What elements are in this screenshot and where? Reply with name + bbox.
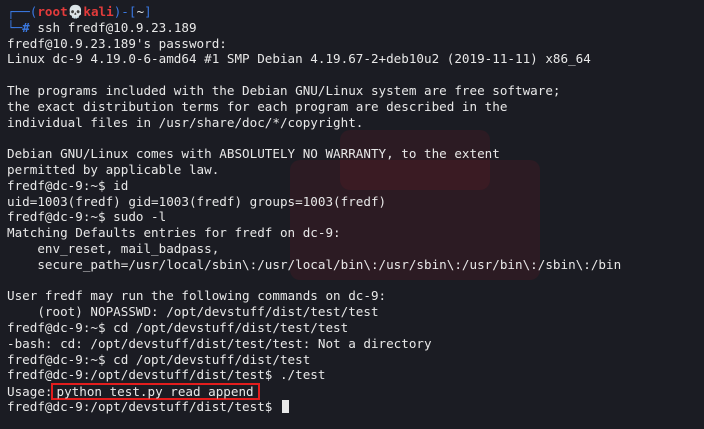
output-line: Linux dc-9 4.19.0-6-amd64 #1 SMP Debian …: [7, 51, 591, 67]
prompt-host: kali: [83, 4, 114, 19]
output-line: Debian GNU/Linux comes with ABSOLUTELY N…: [7, 146, 500, 162]
usage-highlight-box: python test.py read append: [50, 383, 260, 401]
output-line: fredf@dc-9:~$ cd /opt/devstuff/dist/test: [7, 351, 311, 367]
output-line: fredf@dc-9:~$ id: [7, 177, 129, 193]
prompt-user: root: [37, 4, 68, 19]
output-line: uid=1003(fredf) gid=1003(fredf) groups=1…: [7, 193, 387, 209]
output-line: fredf@10.9.23.189's password:: [7, 35, 227, 51]
prompt-corner-bottom: └─: [7, 19, 23, 35]
prompt-close: ]: [144, 4, 152, 19]
output-line: Matching Defaults entries for fredf on d…: [7, 225, 341, 241]
output-line: fredf@dc-9:~$ sudo -l: [7, 209, 167, 225]
ssh-command: ssh fredf@10.9.23.189: [37, 19, 197, 35]
output-line: fredf@dc-9:~$ cd /opt/devstuff/dist/test…: [7, 319, 349, 335]
prompt-corner-top: ┌──(: [7, 4, 38, 19]
prompt-hash: #: [22, 19, 30, 35]
prompt-header-line: ┌──(root💀kali)-[~]: [7, 4, 704, 20]
usage-label: Usage:: [7, 384, 53, 400]
current-prompt-line[interactable]: fredf@dc-9:/opt/devstuff/dist/test$: [7, 399, 704, 415]
output-line: User fredf may run the following command…: [7, 288, 387, 304]
output-line: individual files in /usr/share/doc/*/cop…: [7, 114, 364, 130]
current-prompt: fredf@dc-9:/opt/devstuff/dist/test$: [7, 398, 280, 414]
usage-text: python test.py read append: [56, 384, 254, 400]
output-line: secure_path=/usr/local/sbin\:/usr/local/…: [7, 256, 622, 272]
terminal-window[interactable]: ┌──(root💀kali)-[~] └─# ssh fredf@10.9.23…: [0, 0, 704, 429]
output-line: (root) NOPASSWD: /opt/devstuff/dist/test…: [7, 304, 379, 320]
prompt-path: ~: [136, 4, 145, 19]
terminal-output: ┌──(root💀kali)-[~] └─# ssh fredf@10.9.23…: [7, 4, 704, 415]
ssh-command-line: └─# ssh fredf@10.9.23.189: [7, 20, 704, 36]
usage-line: Usage: python test.py read append: [7, 383, 704, 401]
output-line: permitted by applicable law.: [7, 161, 220, 177]
output-line: the exact distribution terms for each pr…: [7, 98, 508, 114]
output-line: -bash: cd: /opt/devstuff/dist/test/test:…: [7, 335, 432, 351]
skull-icon: 💀: [67, 4, 84, 19]
prompt-separator: )-[: [113, 4, 137, 19]
output-line: env_reset, mail_badpass,: [7, 240, 220, 256]
output-line: The programs included with the Debian GN…: [7, 82, 561, 98]
output-line: fredf@dc-9:/opt/devstuff/dist/test$ ./te…: [7, 367, 326, 383]
text-cursor: [281, 399, 289, 413]
